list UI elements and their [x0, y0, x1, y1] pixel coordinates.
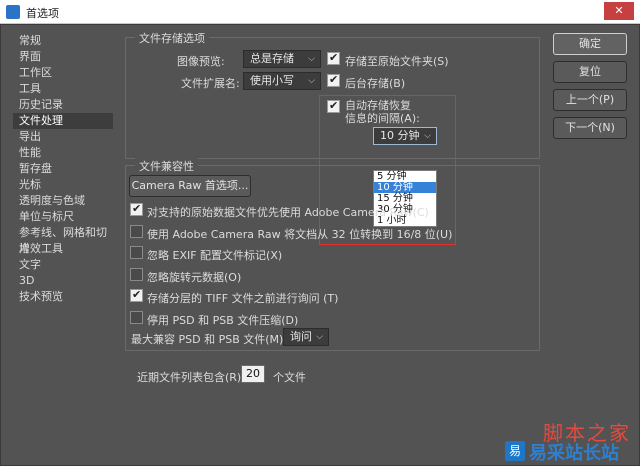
save-to-original-checkbox[interactable] [327, 51, 340, 65]
compat-option-label: 使用 Adobe Camera Raw 将文档从 32 位转换到 16/8 位(… [147, 227, 453, 241]
sidebar-item[interactable]: 单位与标尺 [13, 209, 113, 225]
compat-option-label: 存储分层的 TIFF 文件之前进行询问 (T) [147, 292, 339, 305]
sidebar-item[interactable]: 导出 [13, 129, 113, 145]
watermark-logo-icon: 易 [505, 441, 525, 461]
chevron-down-icon: ⌵ [308, 54, 315, 64]
previous-button[interactable]: 上一个(P) [553, 89, 627, 111]
reset-button[interactable]: 复位 [553, 61, 627, 83]
compat-option-checkbox[interactable] [130, 267, 143, 281]
sidebar-item[interactable]: 透明度与色域 [13, 193, 113, 209]
sidebar-item[interactable]: 光标 [13, 177, 113, 193]
recent-files-input[interactable]: 20 [241, 365, 265, 383]
file-compat-group-title: 文件兼容性 [135, 158, 198, 174]
sidebar-item[interactable]: 增效工具 [13, 241, 113, 257]
recent-files-label: 近期文件列表包含(R): [137, 371, 245, 384]
compat-option-checkbox[interactable] [130, 310, 143, 324]
sidebar-item[interactable]: 3D [13, 273, 113, 289]
image-preview-value: 总是存储 [250, 52, 294, 65]
compat-option-checkbox[interactable] [130, 224, 143, 238]
sidebar-item[interactable]: 参考线、网格和切片 [13, 225, 113, 255]
file-ext-value: 使用小写 [250, 74, 294, 87]
sidebar-item[interactable]: 性能 [13, 145, 113, 161]
chevron-down-icon: ⌵ [316, 332, 323, 342]
save-to-original-label: 存储至原始文件夹(S) [345, 55, 449, 68]
close-button[interactable]: ✕ [604, 2, 634, 20]
compat-option-label: 忽略旋转元数据(O) [147, 270, 242, 284]
max-compat-value: 询问 [290, 330, 312, 343]
sidebar-item[interactable]: 暂存盘 [13, 161, 113, 177]
compat-option-label: 停用 PSD 和 PSB 文件压缩(D) [147, 313, 299, 327]
sidebar: 常规 界面 工作区 工具 历史记录 文件处理 导出 性能 暂存盘 光标 透明度与色域 单位与标尺 参考线… [13, 33, 113, 453]
image-preview-label: 图像预览: [177, 55, 225, 68]
file-ext-select[interactable]: 使用小写 ⌵ [243, 72, 321, 90]
file-ext-label: 文件扩展名: [181, 77, 240, 90]
max-compat-label: 最大兼容 PSD 和 PSB 文件(M): [131, 333, 288, 346]
sidebar-item[interactable]: 历史记录 [13, 97, 113, 113]
recent-files-suffix: 个文件 [273, 371, 306, 384]
sidebar-item[interactable]: 工具 [13, 81, 113, 97]
title-bar: 首选项 ✕ [0, 0, 640, 24]
max-compat-select[interactable]: 询问 ⌵ [283, 328, 329, 346]
sidebar-item[interactable]: 技术预览 [13, 289, 113, 305]
camera-raw-prefs-button[interactable]: Camera Raw 首选项... [129, 175, 251, 197]
background-save-label: 后台存储(B) [345, 77, 406, 90]
compat-option-label: 对支持的原始数据文件优先使用 Adobe Camera Raw(C) [147, 206, 429, 219]
image-preview-select[interactable]: 总是存储 ⌵ [243, 50, 321, 68]
sidebar-item[interactable]: 工作区 [13, 65, 113, 81]
app-icon [6, 5, 20, 19]
preferences-dialog: 常规 界面 工作区 工具 历史记录 文件处理 导出 性能 暂存盘 光标 透明度与色域 单位与标尺 参考线… [0, 24, 640, 466]
compat-option-checkbox[interactable] [130, 288, 143, 302]
compat-option-checkbox[interactable] [130, 246, 143, 259]
watermark: 脚本之家 易 易采站长站 [505, 417, 633, 464]
background-save-checkbox[interactable] [327, 73, 340, 87]
next-button[interactable]: 下一个(N) [553, 117, 627, 139]
file-save-group-title: 文件存储选项 [135, 30, 209, 46]
compat-option-label: 忽略 EXIF 配置文件标记(X) [147, 249, 283, 262]
sidebar-item[interactable]: 常规 [13, 33, 113, 49]
compat-option-checkbox[interactable] [130, 202, 143, 216]
chevron-down-icon: ⌵ [308, 76, 315, 86]
sidebar-item[interactable]: 界面 [13, 49, 113, 65]
window-title: 首选项 [26, 7, 59, 20]
sidebar-item[interactable]: 文件处理 [13, 113, 113, 129]
ok-button[interactable]: 确定 [553, 33, 627, 55]
watermark-bottom-text: 易采站长站 [529, 443, 619, 464]
sidebar-item[interactable]: 文字 [13, 257, 113, 273]
